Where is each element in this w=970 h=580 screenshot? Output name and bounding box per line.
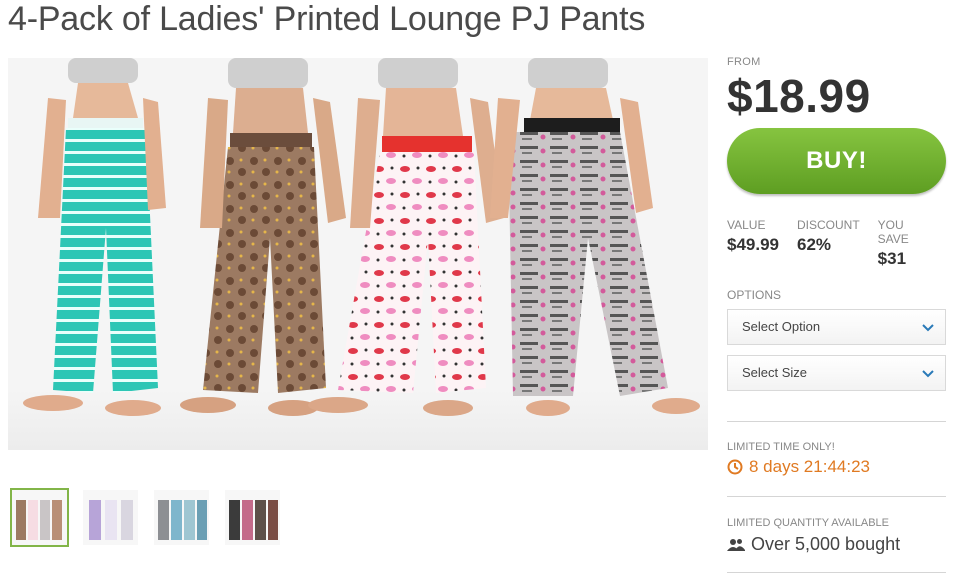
option-select-value: Select Option [742,319,821,334]
thumbnail-1[interactable] [10,488,69,547]
discount-label: DISCOUNT [797,218,860,232]
you-save-label: YOU SAVE [877,218,909,246]
divider [727,572,946,573]
bought-count: Over 5,000 bought [727,534,947,555]
price-stats: VALUE $49.99 DISCOUNT 62% YOU SAVE $31 [727,218,947,269]
you-save-amount: $31 [877,249,907,268]
people-icon [727,538,745,551]
product-title: 4-Pack of Ladies' Printed Lounge PJ Pant… [8,0,646,38]
divider [727,496,946,497]
option-select[interactable]: Select Option [727,309,946,345]
discount-amount: 62% [797,235,832,254]
deal-price: $18.99 [727,70,871,122]
chevron-down-icon [922,370,934,378]
value-label: VALUE [727,218,766,232]
value-amount: $49.99 [727,235,779,254]
limited-quantity-label: LIMITED QUANTITY AVAILABLE [727,517,889,529]
thumbnail-strip [10,488,282,547]
thumbnail-3[interactable] [152,488,211,547]
buy-button[interactable]: BUY! [727,128,946,194]
bought-value: Over 5,000 bought [751,534,901,554]
product-main-image [8,58,708,450]
countdown-timer: 8 days 21:44:23 [727,457,947,477]
size-select[interactable]: Select Size [727,355,946,391]
clock-icon [727,459,743,475]
chevron-down-icon [922,324,934,332]
size-select-value: Select Size [742,365,808,380]
divider [727,421,946,422]
options-label: OPTIONS [727,288,782,302]
from-label: FROM [727,56,761,68]
thumbnail-2[interactable] [81,488,140,547]
limited-time-label: LIMITED TIME ONLY! [727,441,835,453]
thumbnail-4[interactable] [223,488,282,547]
countdown-value: 8 days 21:44:23 [749,457,870,476]
deal-sidebar: FROM $18.99 BUY! VALUE $49.99 DISCOUNT 6… [727,56,947,573]
